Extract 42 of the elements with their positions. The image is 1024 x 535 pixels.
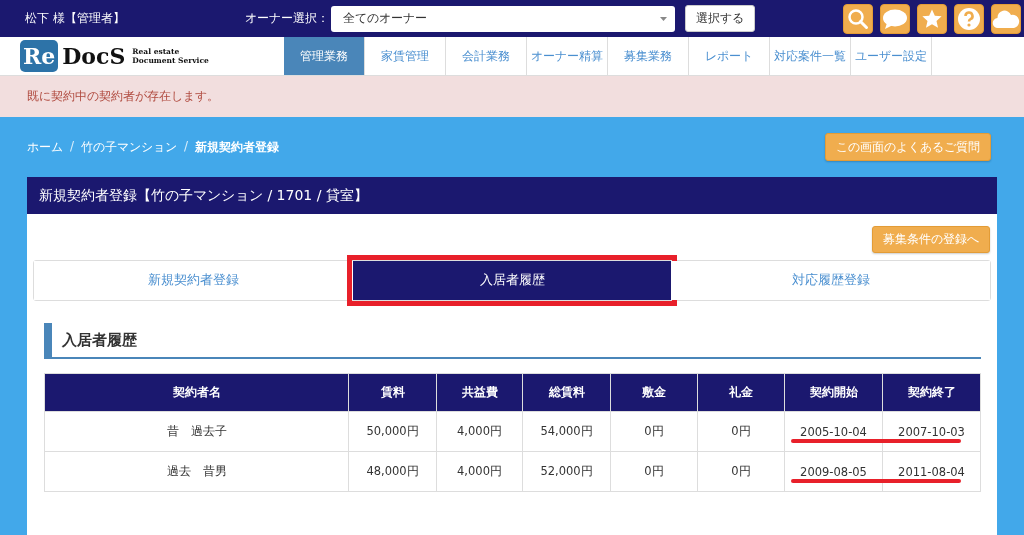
table-cell: 52,000円 [522,451,611,492]
owner-label: オーナー選択： [245,10,329,27]
column-header: 契約開始 [784,373,883,412]
panel-title: 新規契約者登録【竹の子マンション / 1701 / 貸室】 [39,186,368,205]
caret-icon [660,16,667,21]
column-header: 共益費 [436,373,523,412]
tab[interactable]: 対応履歴登録 [671,261,990,300]
table-cell: 昔 過去子 [44,411,349,452]
table-cell: 0円 [610,451,698,492]
alert-message: 既に契約中の契約者が存在します。 [27,89,219,104]
section-title: 入居者履歴 [62,330,137,350]
column-header: 敷金 [610,373,698,412]
table-cell: 4,000円 [436,451,523,492]
table-cell: 4,000円 [436,411,523,452]
cloud-icon[interactable] [991,3,1021,34]
column-header: 賃料 [348,373,437,412]
table-cell: 54,000円 [522,411,611,452]
column-header: 契約終了 [882,373,981,412]
select-button[interactable]: 選択する [685,5,755,32]
table-cell: 0円 [697,451,785,492]
table-cell: 50,000円 [348,411,437,452]
search-icon[interactable] [843,3,873,34]
breadcrumb-separator: / [184,139,189,155]
nav-tab[interactable]: 管理業務 [284,37,365,75]
column-header: 総賃料 [522,373,611,412]
breadcrumb-item[interactable]: ホーム [27,139,63,156]
breadcrumb-item: 新規契約者登録 [195,139,280,156]
speech-bubble-icon[interactable] [880,3,910,34]
help-icon[interactable] [954,3,984,34]
breadcrumb-separator: / [70,139,75,155]
table-cell: 過去 昔男 [44,451,349,492]
faq-button[interactable]: この画面のよくあるご質問 [825,133,991,161]
breadcrumb-item[interactable]: 竹の子マンション [81,139,178,156]
tab[interactable]: 入居者履歴 [352,261,672,300]
table-cell: 0円 [697,411,785,452]
table-cell: 0円 [610,411,698,452]
column-header: 契約者名 [44,373,349,412]
recruit-button[interactable]: 募集条件の登録へ [872,226,990,253]
user-name: 松下 様【管理者】 [25,10,126,27]
table-cell: 48,000円 [348,451,437,492]
owner-select[interactable]: 全てのオーナー [331,5,675,32]
column-header: 礼金 [697,373,785,412]
